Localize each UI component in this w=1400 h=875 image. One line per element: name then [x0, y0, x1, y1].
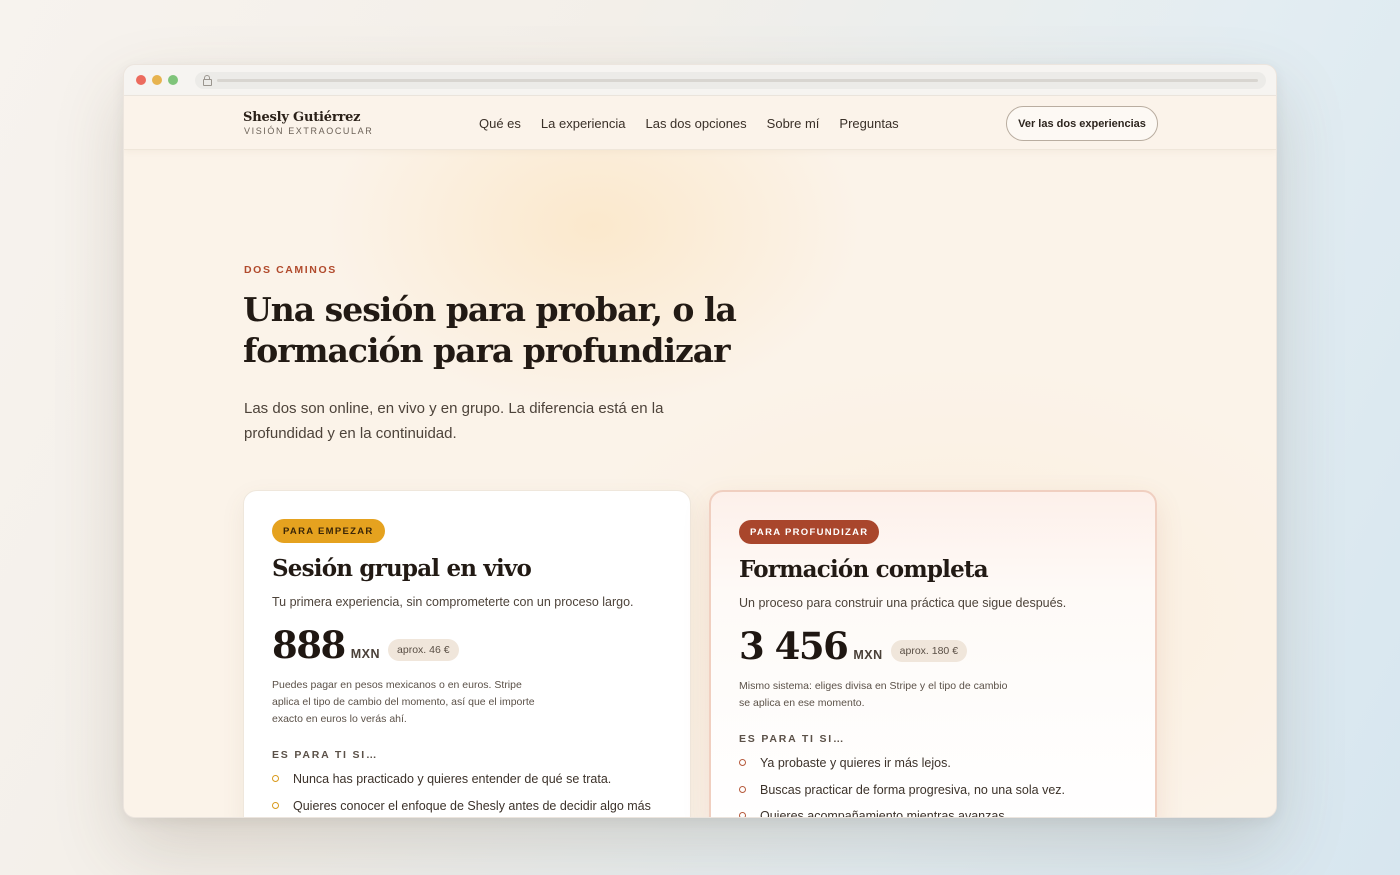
- bullet-icon: [739, 785, 746, 793]
- payment-note: Puedes pagar en pesos mexicanos o en eur…: [272, 679, 535, 725]
- nav-link-sobre-mi[interactable]: Sobre mí: [767, 116, 820, 131]
- fit-list: Ya probaste y quieres ir más lejos. Busc…: [739, 756, 1065, 818]
- price-amount: 888: [272, 623, 346, 667]
- price-row: 888 MXN aprox. 46 €: [272, 623, 459, 667]
- list-item: Quieres acompañamiento mientras avanzas.: [739, 809, 1065, 818]
- price-currency: MXN: [350, 647, 381, 661]
- address-bar-placeholder: [217, 79, 1258, 82]
- price-amount: 3 456: [739, 624, 849, 668]
- nav-link-que-es[interactable]: Qué es: [479, 116, 521, 131]
- fit-label: ES PARA TI SI…: [272, 749, 379, 761]
- browser-window: Shesly Gutiérrez VISIÓN EXTRAOCULAR Qué …: [123, 64, 1277, 818]
- bullet-icon: [739, 759, 746, 766]
- card-subtitle: Un proceso para construir una práctica q…: [739, 596, 1067, 610]
- list-item: Buscas practicar de forma progresiva, no…: [739, 783, 1065, 810]
- bullet-icon: [739, 812, 746, 817]
- maximize-window-button[interactable]: [168, 75, 178, 85]
- approx-euro-badge: aprox. 180 €: [890, 640, 968, 662]
- price-currency: MXN: [853, 648, 883, 662]
- fit-list: Nunca has practicado y quieres entender …: [272, 772, 651, 818]
- price-row: 3 456 MXN aprox. 180 €: [739, 624, 968, 668]
- site-header: Shesly Gutiérrez VISIÓN EXTRAOCULAR Qué …: [124, 96, 1276, 150]
- browser-chrome: [124, 65, 1276, 96]
- nav-link-la-experiencia[interactable]: La experiencia: [541, 116, 626, 131]
- main-nav: Qué es La experiencia Las dos opciones S…: [479, 96, 899, 150]
- card-title: Sesión grupal en vivo: [272, 555, 532, 582]
- view-experiences-button[interactable]: Ver las dos experiencias: [1006, 106, 1158, 141]
- list-item: Quieres conocer el enfoque de Shesly ant…: [272, 798, 651, 818]
- pricing-card-full-training: PARA PROFUNDIZAR Formación completa Un p…: [709, 490, 1157, 818]
- list-item-text: Buscas practicar de forma progresiva, no…: [760, 782, 1066, 797]
- list-item-text: Quieres conocer el enfoque de Shesly ant…: [293, 798, 651, 813]
- bullet-icon: [272, 801, 279, 809]
- landing-page: Shesly Gutiérrez VISIÓN EXTRAOCULAR Qué …: [124, 96, 1276, 817]
- list-item-text: Nunca has practicado y quieres entender …: [293, 772, 612, 786]
- card-badge: PARA PROFUNDIZAR: [739, 520, 880, 544]
- minimize-window-button[interactable]: [152, 75, 162, 85]
- section-title: Una sesión para probar, o la formación p…: [243, 290, 737, 370]
- list-item-text: Quieres acompañamiento mientras avanzas.: [760, 809, 1009, 818]
- nav-link-las-dos-opciones[interactable]: Las dos opciones: [645, 116, 746, 131]
- bullet-icon: [272, 775, 279, 782]
- brand-tagline: VISIÓN EXTRAOCULAR: [244, 126, 374, 136]
- address-bar[interactable]: [195, 72, 1266, 89]
- fit-label: ES PARA TI SI…: [739, 733, 846, 745]
- nav-link-preguntas[interactable]: Preguntas: [839, 116, 898, 131]
- card-title: Formación completa: [739, 556, 989, 583]
- brand-name[interactable]: Shesly Gutiérrez: [243, 110, 361, 125]
- approx-euro-badge: aprox. 46 €: [388, 639, 459, 661]
- lock-icon: [203, 75, 212, 86]
- section-subtitle: Las dos son online, en vivo y en grupo. …: [244, 400, 664, 442]
- pricing-card-group-session: PARA EMPEZAR Sesión grupal en vivo Tu pr…: [243, 490, 691, 818]
- list-item: Ya probaste y quieres ir más lejos.: [739, 756, 1065, 783]
- payment-note: Mismo sistema: eliges divisa en Stripe y…: [739, 680, 1008, 709]
- list-item-text: Ya probaste y quieres ir más lejos.: [760, 756, 951, 770]
- card-badge: PARA EMPEZAR: [272, 519, 385, 543]
- list-item: Nunca has practicado y quieres entender …: [272, 772, 651, 799]
- close-window-button[interactable]: [136, 75, 146, 85]
- card-subtitle: Tu primera experiencia, sin comprometert…: [272, 595, 634, 609]
- section-eyebrow: DOS CAMINOS: [244, 264, 337, 276]
